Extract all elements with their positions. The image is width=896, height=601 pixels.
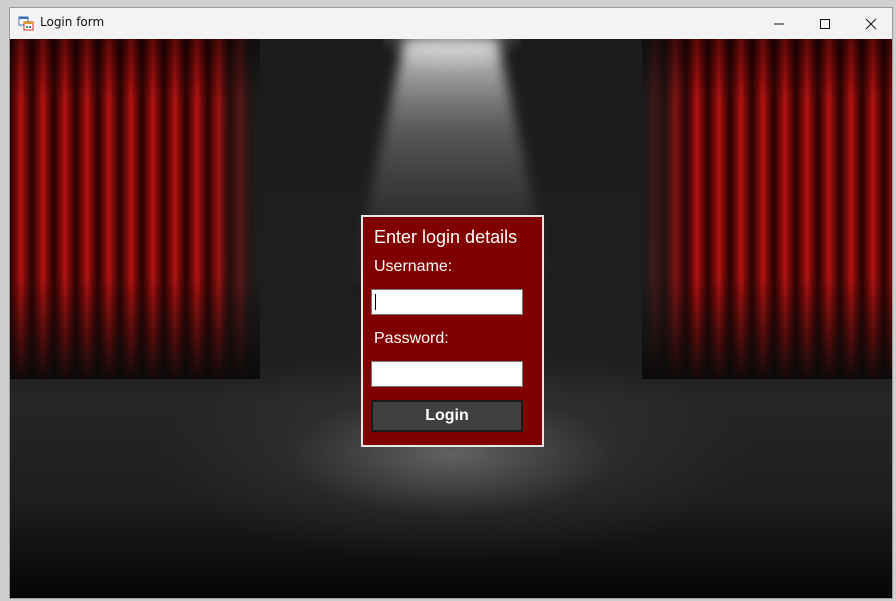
username-input[interactable] — [371, 289, 523, 315]
login-panel: Enter login details Username: Password: … — [361, 215, 544, 447]
close-button[interactable] — [848, 8, 892, 39]
login-form-window: Login form Enter login details Username:… — [9, 7, 893, 599]
username-label: Username: — [374, 258, 453, 275]
stage-background: Enter login details Username: Password: … — [10, 39, 892, 598]
text-caret — [375, 294, 376, 310]
title-bar[interactable]: Login form — [10, 8, 892, 39]
login-panel-title: Enter login details — [374, 227, 518, 247]
minimize-icon — [774, 23, 784, 24]
password-input[interactable] — [371, 361, 523, 387]
maximize-icon — [820, 18, 830, 29]
login-button[interactable]: Login — [371, 400, 523, 432]
close-icon — [865, 18, 877, 29]
password-label: Password: — [374, 330, 449, 347]
minimize-button[interactable] — [756, 8, 802, 39]
maximize-button[interactable] — [802, 8, 848, 39]
right-curtain-shade — [642, 39, 892, 379]
left-curtain-shade — [10, 39, 260, 379]
window-title: Login form — [40, 15, 105, 29]
app-icon — [18, 15, 34, 31]
